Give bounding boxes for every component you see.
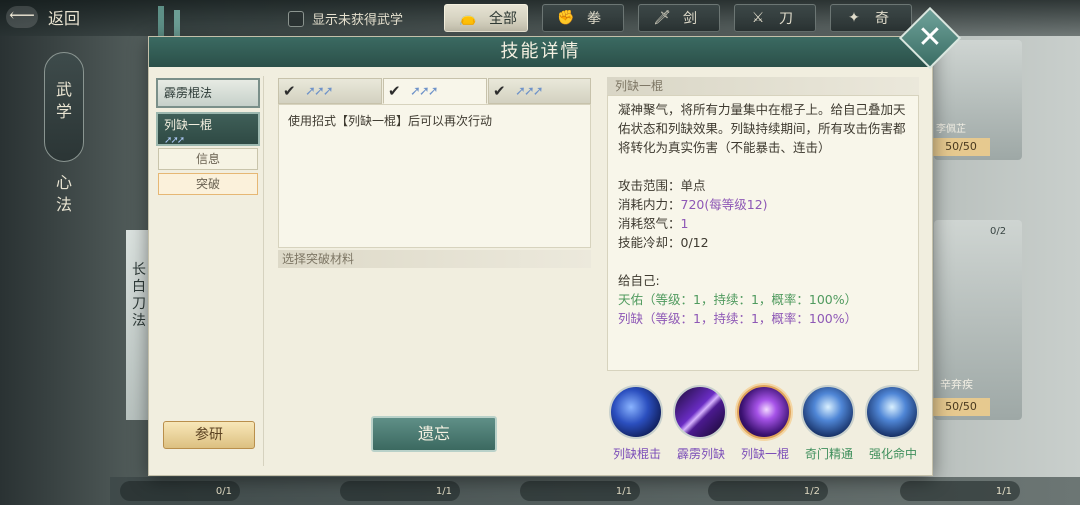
bg-right-count: 0/2: [990, 226, 1007, 237]
check-icon: ✔: [283, 82, 296, 100]
bottom-item[interactable]: 1/1: [340, 481, 460, 501]
range-row: 攻击范围：单点: [618, 178, 706, 193]
cooldown-value: 0/12: [680, 235, 709, 250]
filter-label: 拳: [587, 11, 601, 27]
purple-burst-icon: [737, 385, 791, 439]
side-tab-label: 武学: [55, 80, 72, 121]
bag-icon: 👝: [459, 10, 477, 26]
breakthrough-level-tab-3[interactable]: ✔ ➚➚➚: [488, 78, 591, 104]
dialog-title: 技能详情: [149, 37, 932, 67]
side-tab-label: 心法: [55, 173, 72, 214]
arrow-rank-icon: ➚➚➚: [515, 83, 544, 99]
filter-tab-blade[interactable]: ⚔ 刀: [734, 4, 816, 32]
filter-tab-all[interactable]: 👝 全部: [444, 4, 528, 32]
filter-tab-fist[interactable]: ✊ 拳: [542, 4, 624, 32]
arrow-rank-icon: ➚➚➚: [410, 83, 439, 99]
cooldown-row: 技能冷却：0/12: [618, 235, 709, 250]
check-icon: ✔: [493, 82, 506, 100]
forget-button[interactable]: 遗忘: [371, 416, 497, 452]
bg-right-name: 辛弃疾: [940, 378, 973, 391]
materials-header: 选择突破材料: [278, 250, 591, 268]
effect-liequeb: 列缺（等级：1，持续：1，概率：100%）: [618, 311, 858, 326]
back-arrow-icon: ⟵: [6, 6, 38, 28]
rage-value: 1: [680, 216, 689, 231]
description-text: 使用招式【列缺一棍】后可以再次行动: [288, 114, 493, 128]
filter-label: 剑: [683, 11, 697, 27]
rage-row: 消耗怒气：1: [618, 216, 689, 231]
filter-label: 全部: [489, 11, 517, 27]
skill-item-pili[interactable]: 霹雳棍法: [156, 78, 260, 108]
detail-header: 列缺一棍: [607, 77, 919, 95]
sword-icon: 🗡: [653, 10, 671, 26]
filter-tab-sword[interactable]: 🗡 剑: [638, 4, 720, 32]
mp-row: 消耗内力：720(每等级12): [618, 197, 768, 212]
related-skill-4[interactable]: 奇门精通: [801, 385, 857, 461]
bg-right-top-text: 李佩芷: [936, 124, 966, 135]
show-unobtained-label: 显示未获得武学: [312, 13, 404, 28]
arrow-rank-icon: ➚➚➚: [164, 135, 185, 146]
bg-left-card-text: 长白刀法: [132, 262, 146, 329]
related-skill-label: 强化命中: [868, 447, 917, 461]
related-skill-3[interactable]: 列缺一棍: [737, 385, 793, 461]
bg-badge-2: 50/50: [932, 398, 990, 416]
breakthrough-level-tab-2[interactable]: ✔ ➚➚➚: [383, 78, 487, 104]
research-button[interactable]: 参研: [163, 421, 255, 449]
related-skill-label: 奇门精通: [804, 447, 853, 461]
tab-info[interactable]: 信息: [158, 148, 258, 170]
blue-orb-icon: [609, 385, 663, 439]
bg-badge-1: 50/50: [932, 138, 990, 156]
blade-icon: ⚔: [751, 10, 765, 26]
filter-label: 奇: [875, 11, 889, 27]
bottom-item[interactable]: 0/1: [120, 481, 240, 501]
related-skill-2[interactable]: 霹雳列缺: [673, 385, 729, 461]
breakthrough-description: 使用招式【列缺一棍】后可以再次行动: [278, 104, 591, 248]
materials-area: [278, 268, 591, 408]
back-label: 返回: [48, 9, 81, 28]
filter-label: 刀: [779, 11, 793, 27]
checkbox[interactable]: [288, 10, 304, 27]
bottom-item[interactable]: 1/1: [520, 481, 640, 501]
effect-tianyou: 天佑（等级：1，持续：1，概率：100%）: [618, 292, 858, 307]
range-value: 单点: [680, 178, 706, 193]
tab-breakthrough[interactable]: 突破: [158, 173, 258, 195]
filter-tab-misc[interactable]: ✦ 奇: [830, 4, 912, 32]
skill-summary: 凝神聚气，将所有力量集中在棍子上。给自己叠加天佑状态和列缺效果。列缺持续期间，所…: [618, 102, 906, 155]
skill-item-label: 霹雳棍法: [164, 86, 213, 100]
fist-icon: ✊: [557, 10, 575, 26]
related-skill-label: 霹雳列缺: [676, 447, 725, 461]
related-skill-1[interactable]: 列缺棍击: [609, 385, 665, 461]
self-label: 给自己:: [618, 273, 660, 288]
close-icon[interactable]: ✕: [908, 16, 952, 60]
skill-detail-panel: 凝神聚气，将所有力量集中在棍子上。给自己叠加天佑状态和列缺效果。列缺持续期间，所…: [607, 95, 919, 371]
related-skill-label: 列缺棍击: [612, 447, 661, 461]
check-icon: ✔: [388, 82, 401, 100]
bottom-item[interactable]: 1/1: [900, 481, 1020, 501]
arrow-rank-icon: ➚➚➚: [305, 83, 334, 99]
related-skill-5[interactable]: 强化命中: [865, 385, 921, 461]
breakthrough-level-tab-1[interactable]: ✔ ➚➚➚: [278, 78, 382, 104]
skill-item-label: 列缺一棍: [164, 118, 213, 132]
mp-value: 720(每等级12): [680, 197, 768, 212]
bottom-item[interactable]: 1/2: [708, 481, 828, 501]
shuriken-icon: ✦: [848, 10, 860, 26]
related-skill-label: 列缺一棍: [740, 447, 789, 461]
skill-item-liequeyigun[interactable]: 列缺一棍 ➚➚➚: [156, 112, 260, 146]
back-button[interactable]: ⟵ 返回: [6, 4, 114, 30]
side-tab-inner-art[interactable]: 心法: [44, 172, 84, 232]
green-figure-icon: [801, 385, 855, 439]
side-tab-martial-arts[interactable]: 武学: [44, 52, 84, 162]
purple-slash-icon: [673, 385, 727, 439]
green-figure-icon: [865, 385, 919, 439]
show-unobtained-toggle[interactable]: 显示未获得武学: [288, 9, 403, 28]
